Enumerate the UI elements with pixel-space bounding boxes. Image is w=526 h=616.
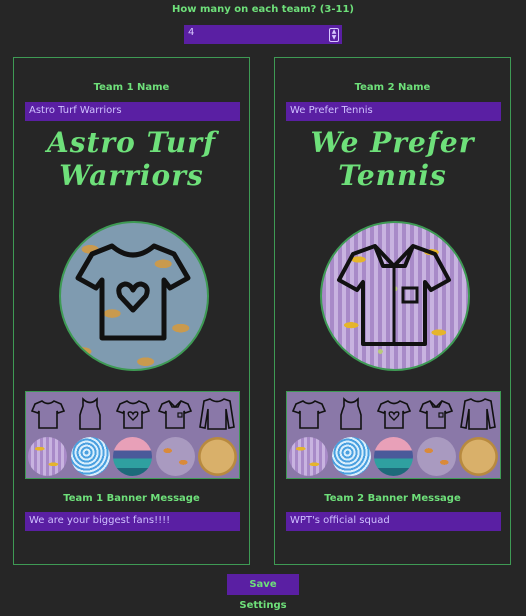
wave-pattern-swatch[interactable] [331, 437, 371, 476]
team-2-name-label: Team 2 Name [354, 82, 431, 93]
banana-pattern-swatch[interactable] [289, 437, 328, 476]
team-2-banner-input[interactable]: WPT's official squad [286, 512, 501, 531]
team-1-banner-input[interactable]: We are your biggest fans!!!! [25, 512, 240, 531]
spinner-icon[interactable]: ▲ ▼ [329, 28, 339, 42]
team-2-title-line2: Tennis [338, 159, 447, 192]
heart-tee-icon[interactable] [374, 394, 414, 434]
team-1-banner-label: Team 1 Banner Message [63, 493, 200, 504]
team-2-jersey-preview [320, 221, 470, 371]
wave-pattern-swatch[interactable] [70, 437, 110, 476]
team-1-name-label: Team 1 Name [93, 82, 170, 93]
team-2-banner-label: Team 2 Banner Message [324, 493, 461, 504]
burger-pattern-swatch[interactable] [416, 437, 456, 476]
team-1-pattern-row [28, 437, 237, 477]
save-settings-button[interactable]: Save Settings [227, 574, 299, 611]
team-1-jersey-picker [25, 391, 240, 479]
polo-shirt-icon[interactable] [155, 394, 195, 434]
long-sleeve-icon[interactable] [197, 394, 237, 434]
burger-pattern-swatch[interactable] [155, 437, 195, 476]
team-2-jersey-picker [286, 391, 501, 479]
team-size-value: 4 [188, 27, 195, 38]
team-1-style-row [28, 394, 237, 434]
tshirt-icon[interactable] [289, 394, 329, 434]
team-2-style-row [289, 394, 498, 434]
banana-pattern-swatch[interactable] [28, 437, 67, 476]
polo-shirt-icon [337, 244, 451, 346]
team-1-title-line2: Warriors [59, 159, 204, 192]
team-2-title: We Prefer Tennis [275, 126, 510, 192]
team-1-title-line1: Astro Turf [46, 126, 217, 159]
team-1-name-input[interactable]: Astro Turf Warriors [25, 102, 240, 121]
team-1-title: Astro Turf Warriors [14, 126, 249, 192]
team-2-name-input[interactable]: We Prefer Tennis [286, 102, 501, 121]
long-sleeve-icon[interactable] [458, 394, 498, 434]
sunset-pattern-swatch[interactable] [113, 437, 152, 476]
team-2-title-line1: We Prefer [310, 126, 475, 159]
team-1-jersey-preview [59, 221, 209, 371]
tshirt-icon[interactable] [28, 394, 68, 434]
team-2-panel: Team 2 Name We Prefer Tennis We Prefer T… [274, 57, 511, 565]
heart-tee-icon [75, 243, 191, 341]
tank-top-icon[interactable] [331, 394, 371, 434]
sunset-pattern-swatch[interactable] [374, 437, 413, 476]
biscuit-pattern-swatch[interactable] [459, 437, 498, 476]
team-size-input[interactable]: 4 ▲ ▼ [184, 25, 342, 44]
team-2-pattern-row [289, 437, 498, 477]
biscuit-pattern-swatch[interactable] [198, 437, 237, 476]
tank-top-icon[interactable] [70, 394, 110, 434]
polo-shirt-icon[interactable] [416, 394, 456, 434]
heart-tee-icon[interactable] [113, 394, 153, 434]
team-size-label: How many on each team? (3-11) [172, 4, 354, 15]
team-1-panel: Team 1 Name Astro Turf Warriors Astro Tu… [13, 57, 250, 565]
